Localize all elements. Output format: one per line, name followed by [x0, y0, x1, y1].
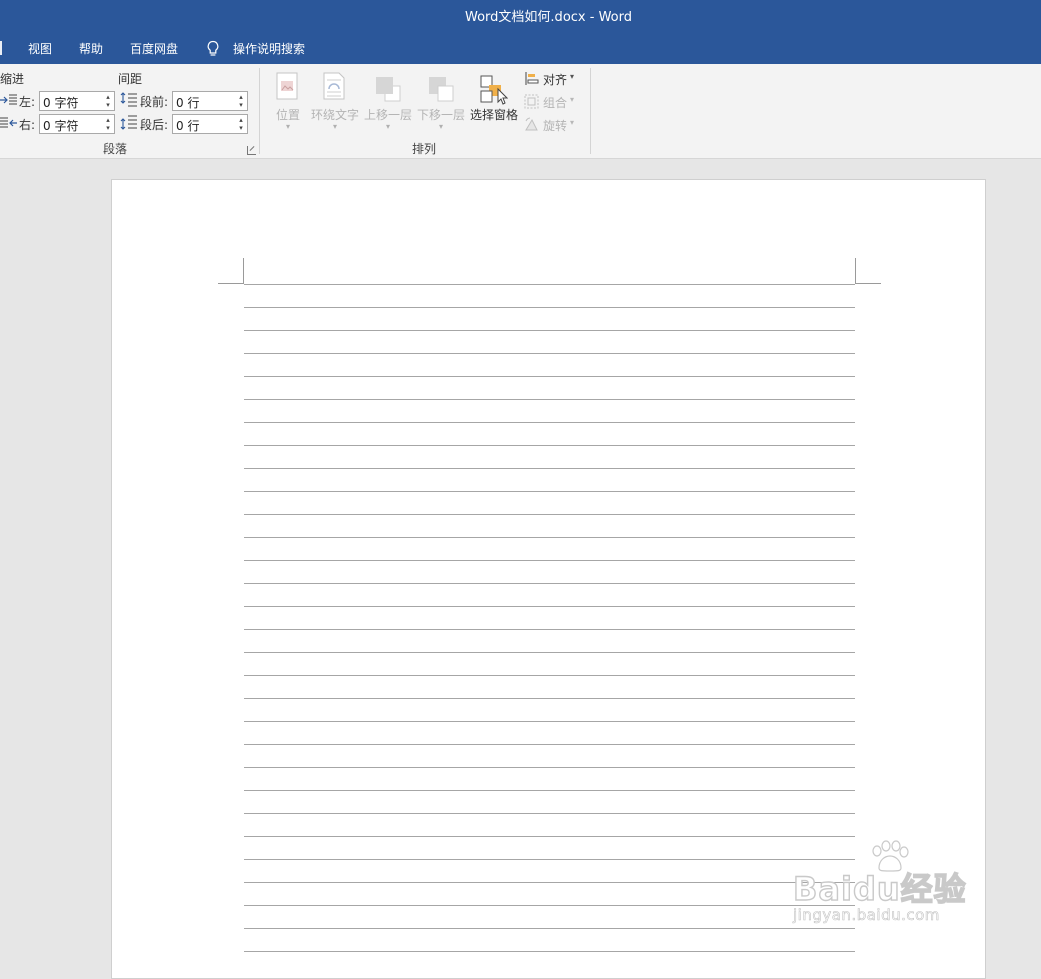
- group-label: 组合: [543, 96, 568, 110]
- ruled-line: [244, 468, 855, 469]
- group-separator: [590, 68, 591, 154]
- spacing-after-icon: [120, 115, 137, 130]
- ruled-line: [244, 859, 855, 860]
- watermark-logo: Baidu经验: [792, 869, 967, 908]
- spacing-after-input[interactable]: 0 行 ▴ ▾: [172, 114, 248, 134]
- ruled-line: [244, 721, 855, 722]
- chevron-down-icon: ▾: [570, 95, 575, 104]
- indent-right-icon: [0, 117, 17, 128]
- indent-right-value: 0 字符: [43, 119, 79, 133]
- spinner-arrows-icon[interactable]: ▴ ▾: [104, 116, 112, 132]
- wrap-text-icon: [323, 72, 345, 100]
- ruled-line: [244, 514, 855, 515]
- ruled-line: [244, 583, 855, 584]
- chevron-down-icon: ▾: [285, 122, 290, 131]
- spacing-before-input[interactable]: 0 行 ▴ ▾: [172, 91, 248, 111]
- indent-left-icon: [0, 94, 17, 105]
- chevron-down-icon: ▾: [385, 122, 390, 131]
- ruled-line: [244, 376, 855, 377]
- ruled-line: [244, 629, 855, 630]
- spacing-before-icon: [120, 92, 137, 107]
- ruled-line: [244, 905, 855, 906]
- indent-left-value: 0 字符: [43, 96, 79, 110]
- crop-mark: [855, 258, 856, 284]
- spacing-after-label: 段后:: [140, 118, 169, 132]
- tell-me-search[interactable]: 操作说明搜索: [233, 40, 305, 57]
- ruled-line: [244, 951, 855, 952]
- crop-mark: [218, 283, 244, 284]
- selection-pane-icon: [480, 75, 508, 105]
- spinner-arrows-icon[interactable]: ▴ ▾: [237, 93, 245, 109]
- ruled-line: [244, 928, 855, 929]
- ruled-line: [244, 307, 855, 308]
- tab-edge-indicator: [0, 41, 2, 55]
- title-bar: Word文档如何.docx - Word: [0, 0, 1041, 32]
- ruled-line: [244, 606, 855, 607]
- tab-help[interactable]: 帮助: [79, 40, 103, 57]
- bring-forward-icon: [376, 77, 401, 102]
- indent-left-input[interactable]: 0 字符 ▴ ▾: [39, 91, 115, 111]
- indent-heading: 缩进: [0, 72, 25, 86]
- spinner-arrows-icon[interactable]: ▴ ▾: [104, 93, 112, 109]
- group-icon: [524, 94, 539, 109]
- position-icon: [276, 72, 298, 100]
- spacing-before-label: 段前:: [140, 95, 169, 109]
- arrange-group-label: 排列: [412, 142, 437, 156]
- spacing-before-value: 0 行: [176, 96, 200, 110]
- ruled-line: [244, 744, 855, 745]
- wrap-text-button[interactable]: 环绕文字 ▾: [310, 70, 360, 132]
- ruled-line: [244, 698, 855, 699]
- ruled-line: [244, 445, 855, 446]
- ruled-line: [244, 399, 855, 400]
- indent-right-label: 右:: [19, 118, 36, 132]
- ruled-line: [244, 560, 855, 561]
- send-backward-icon: [429, 77, 454, 102]
- rotate-label: 旋转: [543, 119, 568, 133]
- ruled-line: [244, 652, 855, 653]
- spacing-heading: 间距: [118, 72, 143, 86]
- ribbon: 缩进 间距 左: 0 字符 ▴ ▾ 右: 0 字符 ▴ ▾ 段前: 0 行 ▴ ▾ 段…: [0, 64, 1041, 159]
- ruled-line: [244, 353, 855, 354]
- bring-forward-button[interactable]: 上移一层 ▾: [363, 70, 413, 132]
- spacing-after-value: 0 行: [176, 119, 200, 133]
- ruled-line: [244, 330, 855, 331]
- chevron-down-icon: ▾: [438, 122, 443, 131]
- tab-view[interactable]: 视图: [28, 40, 52, 57]
- ruled-line: [244, 882, 855, 883]
- lightbulb-icon[interactable]: [206, 40, 220, 58]
- ruled-line: [244, 537, 855, 538]
- crop-mark: [243, 258, 244, 284]
- watermark-url: jingyan.baidu.com: [793, 906, 940, 925]
- ruled-line: [244, 813, 855, 814]
- ruled-line: [244, 767, 855, 768]
- ruled-line: [244, 836, 855, 837]
- align-icon: [525, 72, 539, 85]
- chevron-down-icon: ▾: [332, 122, 337, 131]
- ruled-line: [244, 675, 855, 676]
- window-title: Word文档如何.docx - Word: [465, 10, 632, 25]
- ruled-line: [244, 422, 855, 423]
- baidu-watermark: Baidu经验 jingyan.baidu.com: [792, 840, 983, 936]
- selection-pane-button[interactable]: 选择窗格: [469, 70, 519, 132]
- ruled-line: [244, 491, 855, 492]
- spinner-arrows-icon[interactable]: ▴ ▾: [237, 116, 245, 132]
- paragraph-dialog-launcher-icon[interactable]: [247, 146, 256, 155]
- align-label: 对齐: [543, 73, 568, 87]
- tab-baidu-netdisk[interactable]: 百度网盘: [130, 40, 178, 57]
- ruled-line: [244, 284, 855, 285]
- paragraph-group-label: 段落: [103, 142, 128, 156]
- rotate-icon: [525, 117, 538, 131]
- ribbon-tab-bar: 视图 帮助 百度网盘 操作说明搜索: [0, 32, 1041, 64]
- indent-left-label: 左:: [19, 95, 36, 109]
- ruled-line: [244, 790, 855, 791]
- indent-right-input[interactable]: 0 字符 ▴ ▾: [39, 114, 115, 134]
- crop-mark: [855, 283, 881, 284]
- chevron-down-icon: ▾: [570, 72, 575, 81]
- selection-pane-label: 选择窗格: [469, 108, 518, 122]
- send-backward-button[interactable]: 下移一层 ▾: [416, 70, 466, 132]
- chevron-down-icon: ▾: [570, 118, 575, 127]
